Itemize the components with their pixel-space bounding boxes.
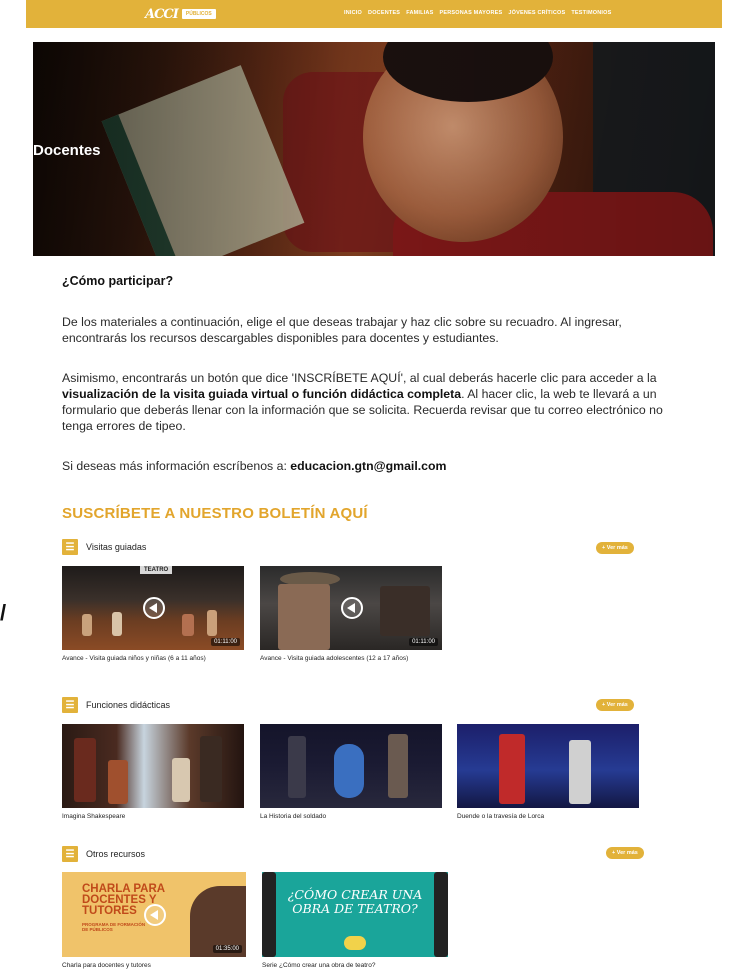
newsletter-subscribe-link[interactable]: SUSCRÍBETE A NUESTRO BOLETÍN AQUÍ xyxy=(62,505,368,522)
section-otros-header: ☰ Otros recursos xyxy=(62,846,145,862)
instructions-text-a: Asimismo, encontrarás un botón que dice … xyxy=(62,371,657,385)
card-imagina-shakespeare[interactable]: Imagina Shakespeare xyxy=(62,724,244,821)
thumbnail-imagina-shakespeare[interactable] xyxy=(62,724,244,808)
film-strip-right xyxy=(434,872,448,957)
thumbnail-como-crear-obra[interactable]: ¿CÓMO CREAR UNA OBRA DE TEATRO? xyxy=(262,872,448,957)
list-icon: ☰ xyxy=(62,539,78,555)
list-icon: ☰ xyxy=(62,697,78,713)
play-icon[interactable] xyxy=(144,904,166,926)
side-slash-mark: / xyxy=(0,600,7,625)
nav-item-jovenes-criticos[interactable]: JÓVENES CRÍTICOS xyxy=(508,10,565,16)
play-icon[interactable] xyxy=(143,597,165,619)
performer-figure xyxy=(172,758,190,802)
card-caption[interactable]: Avance - Visita guiada adolescentes (12 … xyxy=(260,655,442,663)
card-historia-soldado[interactable]: La Historia del soldado xyxy=(260,724,442,821)
section-visitas-title: Visitas guiadas xyxy=(86,542,147,552)
performer-figure xyxy=(82,614,92,636)
instructions-paragraph: Asimismo, encontrarás un botón que dice … xyxy=(62,370,682,434)
thumbnail-visita-ninos[interactable]: TEATRO 01:11:00 xyxy=(62,566,244,650)
card-charla-docentes[interactable]: CHARLA PARA DOCENTES Y TUTORES PROGRAMA … xyxy=(62,872,246,970)
performer-figure xyxy=(112,612,122,636)
ver-mas-otros-button[interactable]: + Ver más xyxy=(606,847,644,859)
stage-sign: TEATRO xyxy=(140,566,173,574)
performer-figure xyxy=(388,734,408,798)
video-duration: 01:11:00 xyxy=(409,638,438,646)
thumbnail-charla-docentes[interactable]: CHARLA PARA DOCENTES Y TUTORES PROGRAMA … xyxy=(62,872,246,957)
section-funciones-title: Funciones didácticas xyxy=(86,700,171,710)
card-caption[interactable]: Serie ¿Cómo crear una obra de teatro? xyxy=(262,962,448,970)
video-duration: 01:35:00 xyxy=(212,945,242,953)
thumbnail-visita-adolescentes[interactable]: 01:11:00 xyxy=(260,566,442,650)
performer-figure xyxy=(74,738,96,802)
nav-item-familias[interactable]: FAMILIAS xyxy=(406,10,433,16)
nav-item-testimonios[interactable]: TESTIMONIOS xyxy=(571,10,611,16)
person-figure xyxy=(278,584,330,650)
logo[interactable]: ACCI PÚBLICOS xyxy=(145,6,216,22)
video-duration: 01:11:00 xyxy=(211,638,240,646)
theater-mask-icon xyxy=(344,936,366,950)
card-caption[interactable]: Charla para docentes y tutores xyxy=(62,962,246,970)
top-navbar: ACCI PÚBLICOS INICIO DOCENTES FAMILIAS P… xyxy=(26,0,722,28)
performer-figure xyxy=(207,610,217,636)
nav-item-docentes[interactable]: DOCENTES xyxy=(368,10,400,16)
card-duende-lorca[interactable]: Duende o la travesía de Lorca xyxy=(457,724,639,821)
contact-text: Si deseas más información escríbenos a: xyxy=(62,459,291,473)
performer-figure xyxy=(499,734,525,804)
card-caption[interactable]: Duende o la travesía de Lorca xyxy=(457,813,639,821)
dancer-figure xyxy=(334,744,364,798)
thumbnail-duende-lorca[interactable] xyxy=(457,724,639,808)
logo-mark: ACCI xyxy=(145,6,179,22)
list-icon: ☰ xyxy=(62,846,78,862)
chair-shape xyxy=(380,586,430,636)
thumbnail-historia-soldado[interactable] xyxy=(260,724,442,808)
card-visita-adolescentes[interactable]: 01:11:00 Avance - Visita guiada adolesce… xyxy=(260,566,442,663)
page-title: Docentes xyxy=(33,142,101,159)
performer-figure xyxy=(108,760,128,804)
nav-item-inicio[interactable]: INICIO xyxy=(344,10,362,16)
performer-figure xyxy=(182,614,194,636)
hero-banner: Docentes xyxy=(33,42,715,256)
main-nav: INICIO DOCENTES FAMILIAS PERSONAS MAYORE… xyxy=(344,10,611,16)
instructions-text-bold: visualización de la visita guiada virtua… xyxy=(62,387,462,401)
performer-figure xyxy=(288,736,306,798)
performer-figure xyxy=(200,736,222,802)
card-como-crear-obra[interactable]: ¿CÓMO CREAR UNA OBRA DE TEATRO? Serie ¿C… xyxy=(262,872,448,970)
ver-mas-funciones-button[interactable]: + Ver más xyxy=(596,699,634,711)
hero-shade xyxy=(33,42,715,256)
play-icon[interactable] xyxy=(341,597,363,619)
performer-figure xyxy=(569,740,591,804)
section-funciones-header: ☰ Funciones didácticas xyxy=(62,697,170,713)
section-otros-title: Otros recursos xyxy=(86,849,146,859)
nav-item-personas-mayores[interactable]: PERSONAS MAYORES xyxy=(439,10,502,16)
teatro-art-title: ¿CÓMO CREAR UNA OBRA DE TEATRO? xyxy=(287,887,423,916)
contact-email-link[interactable]: educacion.gtn@gmail.com xyxy=(290,459,446,473)
contact-paragraph: Si deseas más información escríbenos a: … xyxy=(62,458,682,474)
card-caption[interactable]: Imagina Shakespeare xyxy=(62,813,244,821)
logo-badge: PÚBLICOS xyxy=(181,9,216,19)
film-strip-left xyxy=(262,872,276,957)
ver-mas-visitas-button[interactable]: + Ver más xyxy=(596,542,634,554)
card-caption[interactable]: La Historia del soldado xyxy=(260,813,442,821)
card-caption[interactable]: Avance - Visita guiada niños y niñas (6 … xyxy=(62,655,244,663)
charla-art-subtitle: PROGRAMA DE FORMACIÓN DE PÚBLICOS xyxy=(82,922,146,932)
section-heading: ¿Cómo participar? xyxy=(62,274,174,288)
main-content: ¿Cómo participar? De los materiales a co… xyxy=(62,270,682,474)
section-visitas-header: ☰ Visitas guiadas xyxy=(62,539,146,555)
intro-paragraph: De los materiales a continuación, elige … xyxy=(62,315,622,345)
card-visita-ninos[interactable]: TEATRO 01:11:00 Avance - Visita guiada n… xyxy=(62,566,244,663)
